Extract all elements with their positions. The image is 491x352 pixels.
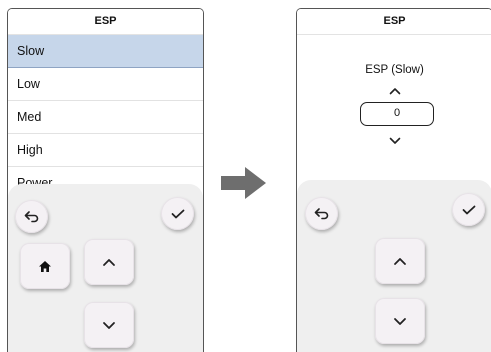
value-field[interactable]: 0 bbox=[360, 102, 434, 126]
back-button[interactable] bbox=[15, 200, 48, 233]
check-icon bbox=[171, 209, 185, 219]
setting-screen: ESP ESP (Slow) 0 bbox=[296, 8, 491, 352]
chevron-down-icon bbox=[393, 317, 407, 326]
esp-menu-list: Slow Low Med High Power bbox=[8, 35, 203, 200]
chevron-up-icon bbox=[102, 258, 116, 267]
confirm-button[interactable] bbox=[452, 193, 485, 226]
menu-item-low[interactable]: Low bbox=[8, 68, 203, 101]
setting-label: ESP (Slow) bbox=[365, 64, 424, 76]
home-icon bbox=[38, 260, 52, 273]
down-button[interactable] bbox=[375, 298, 425, 344]
chevron-up-icon bbox=[393, 257, 407, 266]
back-button[interactable] bbox=[305, 197, 338, 230]
decrease-arrow[interactable] bbox=[297, 132, 491, 150]
increase-arrow[interactable] bbox=[297, 82, 491, 100]
up-button[interactable] bbox=[84, 239, 134, 285]
confirm-button[interactable] bbox=[161, 197, 194, 230]
control-pad bbox=[297, 180, 491, 352]
screen-title: ESP bbox=[8, 9, 203, 35]
right-arrow-icon bbox=[221, 167, 266, 204]
check-icon bbox=[462, 205, 476, 215]
menu-item-high[interactable]: High bbox=[8, 134, 203, 167]
chevron-down-icon bbox=[102, 321, 116, 330]
up-button[interactable] bbox=[375, 238, 425, 284]
menu-item-slow[interactable]: Slow bbox=[8, 35, 203, 68]
menu-screen: ESP Slow Low Med High Power bbox=[7, 8, 204, 352]
home-button[interactable] bbox=[20, 243, 70, 289]
control-pad bbox=[8, 184, 203, 352]
menu-item-med[interactable]: Med bbox=[8, 101, 203, 134]
chevron-down-icon bbox=[389, 132, 401, 149]
back-icon bbox=[314, 207, 330, 220]
chevron-up-icon bbox=[389, 82, 401, 99]
screen-title: ESP bbox=[297, 9, 491, 35]
back-icon bbox=[24, 210, 40, 223]
down-button[interactable] bbox=[84, 302, 134, 348]
